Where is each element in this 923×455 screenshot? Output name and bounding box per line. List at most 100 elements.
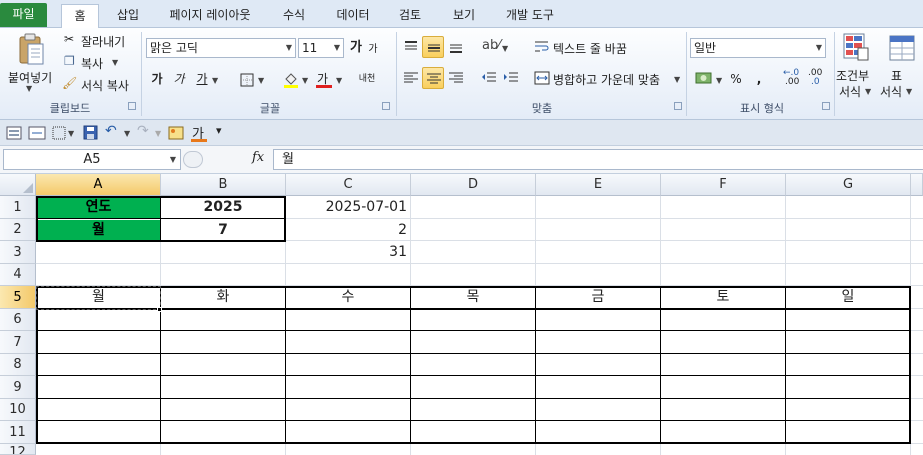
copy-button[interactable]: ❐ 복사 ▼: [62, 54, 132, 72]
italic-button[interactable]: 가: [172, 68, 186, 90]
underline-button[interactable]: 가: [195, 68, 209, 90]
tab-view[interactable]: 보기: [444, 4, 484, 28]
row-header-9[interactable]: 9: [0, 376, 36, 399]
row-header-2[interactable]: 2: [0, 219, 36, 241]
fill-handle[interactable]: [157, 307, 162, 312]
merge-cells-icon[interactable]: [28, 126, 46, 140]
font-launcher-icon[interactable]: [382, 102, 390, 110]
orientation-icon[interactable]: ab⁄: [482, 38, 500, 53]
cell-a5[interactable]: 월: [37, 287, 160, 308]
worksheet-grid[interactable]: A B C D E F G 1 2 3 4 5 6 7 8 9 10 11 12: [0, 174, 923, 455]
borders-icon[interactable]: [240, 73, 254, 87]
cell-a1[interactable]: 연도: [37, 197, 160, 218]
font-size-combo[interactable]: 11 ▼: [298, 38, 344, 58]
paste-button[interactable]: 붙여넣기 ▼: [4, 30, 56, 93]
accounting-format-icon[interactable]: [695, 71, 713, 85]
tab-developer[interactable]: 개발 도구: [496, 4, 564, 28]
wrap-text-button[interactable]: 텍스트 줄 바꿈: [533, 36, 643, 58]
row-header-6[interactable]: 6: [0, 309, 36, 331]
row-header-3[interactable]: 3: [0, 241, 36, 264]
tab-insert[interactable]: 삽입: [110, 4, 146, 28]
cell-b5[interactable]: 화: [161, 287, 285, 308]
align-left-icon[interactable]: [403, 71, 419, 85]
tab-data[interactable]: 데이터: [327, 4, 379, 28]
bold-button[interactable]: 가: [150, 68, 164, 90]
shrink-font-button[interactable]: 가: [366, 39, 380, 61]
decrease-indent-icon[interactable]: [481, 71, 497, 85]
decrease-decimal-button[interactable]: .00 .0: [808, 68, 830, 88]
cell-b2[interactable]: 7: [161, 220, 285, 241]
undo-dropdown-icon[interactable]: ▼: [124, 129, 130, 138]
tab-review[interactable]: 검토: [390, 4, 430, 28]
column-header-e[interactable]: E: [536, 174, 661, 196]
format-as-table-button[interactable]: 표 서식 ▼: [878, 32, 923, 99]
increase-decimal-button[interactable]: ←.0 .00: [783, 68, 803, 88]
cut-button[interactable]: ✂ 잘라내기: [62, 32, 132, 50]
font-color-dropdown-icon[interactable]: ▼: [336, 76, 342, 85]
fill-color-dropdown-icon[interactable]: ▼: [302, 76, 308, 85]
number-format-combo[interactable]: 일반 ▼: [690, 38, 826, 58]
orientation-dropdown-icon[interactable]: ▼: [502, 44, 508, 53]
borders-icon[interactable]: [52, 126, 66, 140]
cell-a2[interactable]: 월: [37, 220, 160, 241]
cell-c3[interactable]: 31: [286, 242, 410, 263]
accounting-dropdown-icon[interactable]: ▼: [716, 76, 722, 85]
fill-color-icon[interactable]: [283, 71, 299, 89]
font-name-combo[interactable]: 맑은 고딕 ▼: [146, 38, 296, 58]
tab-page-layout[interactable]: 페이지 레이아웃: [158, 4, 262, 28]
percent-button[interactable]: %: [728, 68, 744, 90]
grow-font-button[interactable]: 가: [348, 37, 364, 59]
column-header-g[interactable]: G: [786, 174, 911, 196]
cell-e5[interactable]: 금: [536, 287, 660, 308]
align-top-icon[interactable]: [403, 40, 419, 54]
align-right-icon[interactable]: [448, 71, 464, 85]
comma-button[interactable]: ,: [752, 68, 766, 90]
underline-dropdown-icon[interactable]: ▼: [212, 76, 218, 85]
insert-function-button[interactable]: fx: [252, 150, 264, 165]
format-painter-button[interactable]: 🖌 서식 복사: [62, 76, 138, 94]
cell-c2[interactable]: 2: [286, 220, 410, 241]
column-header-b[interactable]: B: [161, 174, 286, 196]
row-header-12[interactable]: 12: [0, 444, 36, 455]
font-color-button[interactable]: 가: [316, 68, 332, 90]
merge-center-button[interactable]: 병합하고 가운데 맞춤 ▼: [533, 67, 681, 89]
clipboard-launcher-icon[interactable]: [128, 102, 136, 110]
column-header-h[interactable]: [911, 174, 923, 196]
cell-g5[interactable]: 일: [786, 287, 910, 308]
name-box[interactable]: A5 ▼: [3, 149, 181, 170]
cell-d5[interactable]: 목: [411, 287, 535, 308]
column-header-f[interactable]: F: [661, 174, 786, 196]
formula-input[interactable]: 월: [273, 149, 923, 170]
row-header-8[interactable]: 8: [0, 354, 36, 376]
row-header-1[interactable]: 1: [0, 196, 36, 219]
row-header-11[interactable]: 11: [0, 421, 36, 444]
borders-dropdown-icon[interactable]: ▼: [258, 76, 264, 85]
tab-file[interactable]: 파일: [0, 3, 47, 27]
row-header-7[interactable]: 7: [0, 331, 36, 354]
form-icon[interactable]: [6, 126, 22, 140]
qat-font-color-button[interactable]: 가: [191, 123, 207, 143]
tab-formulas[interactable]: 수식: [274, 4, 314, 28]
save-icon[interactable]: [83, 125, 98, 140]
conditional-format-button[interactable]: 조건부 서식 ▼: [836, 32, 876, 99]
row-header-5[interactable]: 5: [0, 286, 36, 309]
alignment-launcher-icon[interactable]: [674, 102, 682, 110]
column-header-a[interactable]: A: [36, 174, 161, 196]
tab-home[interactable]: 홈: [61, 4, 99, 29]
formula-bar-splitter-icon[interactable]: [183, 151, 203, 168]
redo-icon[interactable]: ↷: [137, 123, 149, 139]
redo-dropdown-icon[interactable]: ▼: [155, 129, 161, 138]
cell-c1[interactable]: 2025-07-01: [286, 197, 410, 218]
increase-indent-icon[interactable]: [503, 71, 519, 85]
cell-f5[interactable]: 토: [661, 287, 785, 308]
row-header-4[interactable]: 4: [0, 264, 36, 286]
align-middle-button[interactable]: [422, 36, 444, 58]
insert-picture-icon[interactable]: [168, 126, 184, 140]
number-launcher-icon[interactable]: [822, 102, 830, 110]
align-bottom-icon[interactable]: [448, 40, 464, 54]
column-header-d[interactable]: D: [411, 174, 536, 196]
cell-b1[interactable]: 2025: [161, 197, 285, 218]
select-all-button[interactable]: [0, 174, 36, 196]
borders-dropdown-icon[interactable]: ▼: [68, 129, 74, 138]
align-center-button[interactable]: [422, 67, 444, 89]
